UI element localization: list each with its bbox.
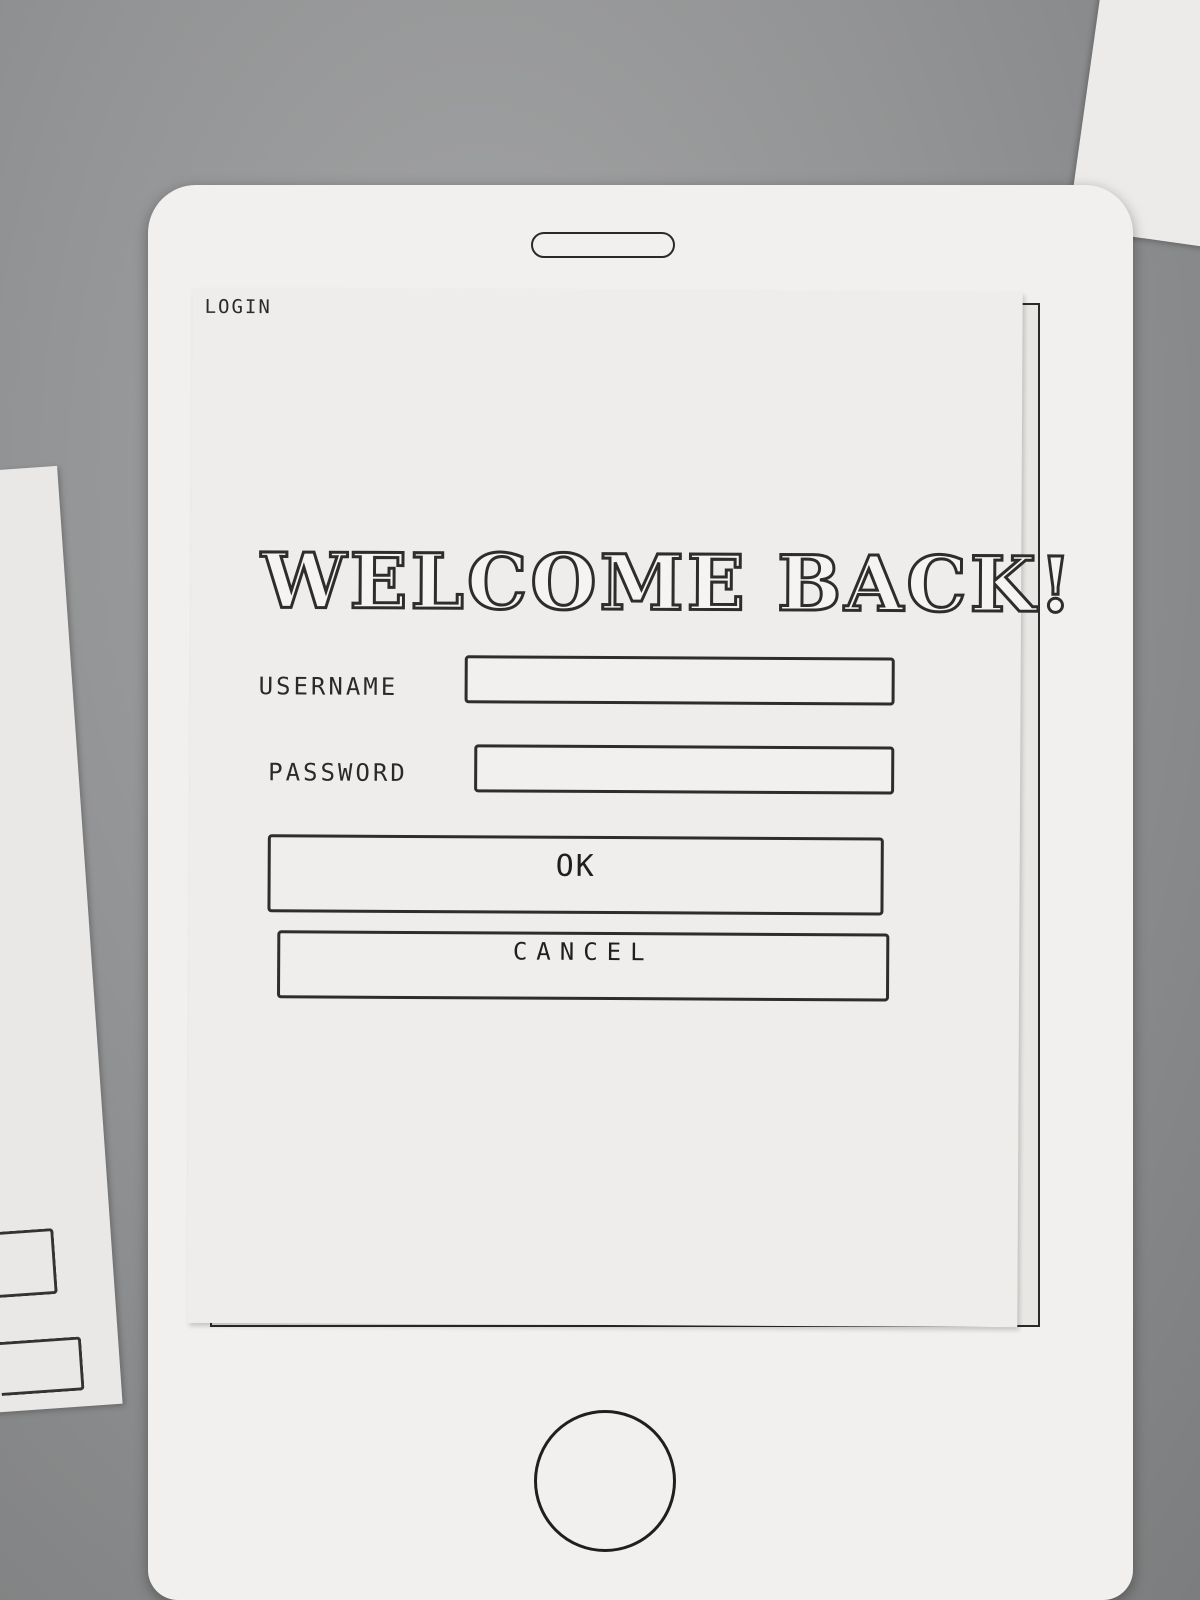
speaker-slot xyxy=(531,232,675,258)
username-label: USERNAME xyxy=(258,672,399,701)
password-field[interactable] xyxy=(474,744,895,795)
cancel-button[interactable]: CANCEL xyxy=(276,930,890,1002)
welcome-title: WELCOME BACK! xyxy=(259,535,1076,631)
ok-button[interactable]: OK xyxy=(267,834,884,916)
scrap-sketch-box xyxy=(0,1336,85,1397)
scrap-sketch-box xyxy=(0,1228,58,1299)
username-field[interactable] xyxy=(464,655,895,706)
login-screen: LOGIN WELCOME BACK! USERNAME PASSWORD OK… xyxy=(187,287,1077,1328)
home-button[interactable] xyxy=(534,1410,676,1552)
password-label: PASSWORD xyxy=(268,758,408,787)
screen-header-label: LOGIN xyxy=(204,295,272,319)
